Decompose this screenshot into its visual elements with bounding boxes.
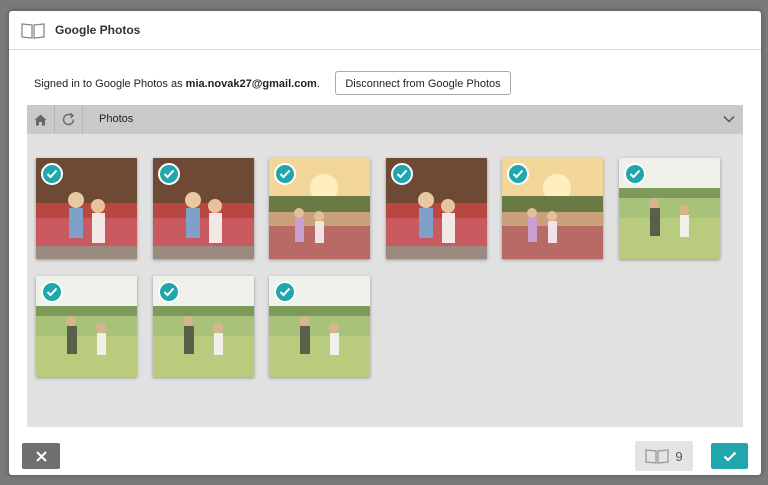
browser-toolbar: Photos: [27, 105, 743, 134]
refresh-button[interactable]: [55, 105, 83, 134]
google-photos-dialog: Google Photos Signed in to Google Photos…: [9, 11, 761, 475]
photo-thumbnail[interactable]: [502, 158, 603, 259]
refresh-icon: [62, 112, 75, 126]
selected-check-icon[interactable]: [41, 163, 63, 185]
signed-in-suffix: .: [316, 78, 320, 90]
cancel-button[interactable]: [22, 443, 60, 469]
photo-browser: Photos: [27, 105, 743, 427]
selected-check-icon[interactable]: [157, 163, 180, 185]
selected-count-button[interactable]: 9: [635, 441, 693, 471]
photo-thumbnail[interactable]: [385, 158, 487, 259]
selected-check-icon[interactable]: [274, 280, 296, 303]
signed-in-text: Signed in to Google Photos as mia.novak2…: [34, 78, 320, 90]
book-icon: [21, 23, 45, 39]
confirm-button[interactable]: [711, 443, 748, 469]
home-button[interactable]: [27, 105, 55, 134]
selected-check-icon[interactable]: [507, 163, 529, 185]
photo-thumbnail[interactable]: [152, 158, 254, 259]
chevron-down-icon[interactable]: [723, 114, 735, 124]
disconnect-button[interactable]: Disconnect from Google Photos: [335, 71, 511, 95]
photo-thumbnail[interactable]: [152, 275, 254, 377]
home-icon: [34, 114, 47, 125]
photo-thumbnail[interactable]: [618, 158, 720, 259]
selected-check-icon[interactable]: [274, 163, 296, 185]
photo-thumbnail[interactable]: [36, 275, 137, 377]
selected-check-icon[interactable]: [41, 280, 63, 303]
account-email: mia.novak27@gmail.com: [185, 78, 317, 90]
photo-thumbnail[interactable]: [36, 158, 137, 259]
close-icon: [35, 450, 47, 462]
folder-title: Photos: [99, 113, 134, 125]
photo-thumbnail[interactable]: [269, 158, 370, 259]
photo-thumbnail[interactable]: [269, 275, 370, 377]
book-icon: [645, 449, 670, 464]
selected-check-icon[interactable]: [390, 163, 413, 185]
selected-count: 9: [675, 448, 683, 464]
dialog-titlebar: Google Photos: [9, 11, 761, 50]
signed-in-prefix: Signed in to Google Photos as: [34, 78, 186, 90]
selected-check-icon[interactable]: [623, 163, 646, 185]
checkmark-icon: [723, 451, 736, 462]
selected-check-icon[interactable]: [157, 280, 180, 303]
dialog-title: Google Photos: [55, 23, 141, 37]
